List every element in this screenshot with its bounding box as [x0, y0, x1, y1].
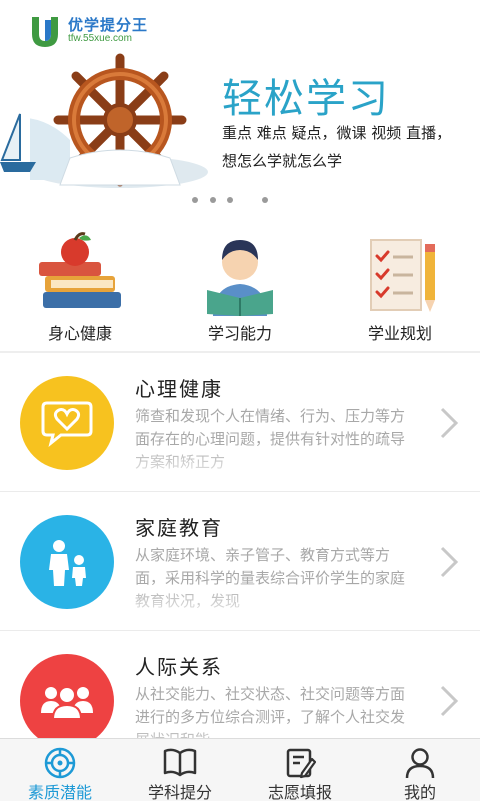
category-body-mind[interactable]: 身心健康 — [0, 222, 160, 352]
list-item-family-education[interactable]: 家庭教育 从家庭环境、亲子管子、教育方式等方面，采用科学的量表综合评价学生的家庭… — [0, 492, 480, 631]
list-item-mental-health[interactable]: 心理健康 筛查和发现个人在情绪、行为、压力等方面存在的心理问题，提供有针对性的疏… — [0, 353, 480, 492]
logo-name: 优学提分王 — [68, 15, 149, 34]
app-logo: 优学提分王 tfw.55xue.com — [28, 14, 148, 48]
user-icon — [405, 748, 435, 779]
chevron-right-icon — [440, 685, 459, 717]
chevron-right-icon — [440, 407, 459, 439]
compass-icon — [44, 747, 76, 779]
carousel-dot[interactable] — [227, 197, 233, 203]
tab-label: 志愿填报 — [267, 783, 332, 802]
banner-line-1: 重点 难点 疑点，微课 视频 直播， — [222, 124, 452, 142]
category-label: 学习能力 — [207, 324, 272, 343]
item-description: 筛查和发现个人在情绪、行为、压力等方面存在的心理问题，提供有针对性的疏导方案和矫… — [135, 407, 406, 471]
category-label: 学业规划 — [367, 324, 432, 343]
category-label: 身心健康 — [47, 324, 112, 343]
tab-label: 素质潜能 — [27, 783, 92, 802]
tab-mine[interactable]: 我的 — [360, 739, 480, 802]
open-book-icon — [163, 748, 197, 777]
banner-title: 轻松学习 — [222, 76, 390, 122]
item-icon-circle — [20, 654, 114, 748]
parent-child-icon — [49, 540, 86, 586]
carousel-indicator[interactable] — [0, 192, 480, 208]
student-reading-icon — [207, 240, 273, 316]
tab-subject-scores[interactable]: 学科提分 — [120, 739, 240, 802]
assessment-list: 心理健康 筛查和发现个人在情绪、行为、压力等方面存在的心理问题，提供有针对性的疏… — [0, 353, 480, 770]
item-title: 人际关系 — [135, 655, 223, 679]
edit-note-icon — [286, 748, 316, 779]
books-apple-icon — [39, 232, 121, 308]
people-group-icon — [41, 686, 93, 720]
tab-application[interactable]: 志愿填报 — [240, 739, 360, 802]
item-title: 心理健康 — [135, 377, 223, 401]
tab-label: 我的 — [403, 783, 436, 802]
tab-label: 学科提分 — [147, 783, 212, 802]
item-description: 从家庭环境、亲子管子、教育方式等方面，采用科学的量表综合评价学生的家庭教育状况，… — [135, 546, 406, 610]
item-icon-circle — [20, 376, 114, 470]
checklist-pencil-icon — [370, 239, 435, 312]
item-icon-circle — [20, 515, 114, 609]
category-learning-ability[interactable]: 学习能力 — [160, 222, 320, 352]
tab-quality-potential[interactable]: 素质潜能 — [0, 739, 120, 802]
bottom-tab-bar: 素质潜能 学科提分 志愿填报 我的 — [0, 738, 480, 802]
carousel-dot[interactable] — [210, 197, 216, 203]
promo-banner[interactable]: 优学提分王 tfw.55xue.com 轻松学习 重点 难点 疑点，微课 视频 … — [0, 0, 480, 222]
logo-mark-icon — [32, 17, 58, 47]
banner-line-2: 想怎么学就怎么学 — [222, 152, 343, 170]
category-study-plan[interactable]: 学业规划 — [320, 222, 480, 352]
chevron-right-icon — [440, 546, 459, 578]
heart-chat-icon — [41, 401, 93, 447]
item-title: 家庭教育 — [135, 516, 223, 540]
logo-url: tfw.55xue.com — [68, 32, 132, 44]
carousel-dot[interactable] — [262, 197, 268, 203]
sailboat-icon — [0, 113, 36, 172]
ship-wheel-illustration — [30, 53, 208, 188]
category-grid: 身心健康 学习能力 学业规划 — [0, 222, 480, 352]
carousel-dot[interactable] — [192, 197, 198, 203]
